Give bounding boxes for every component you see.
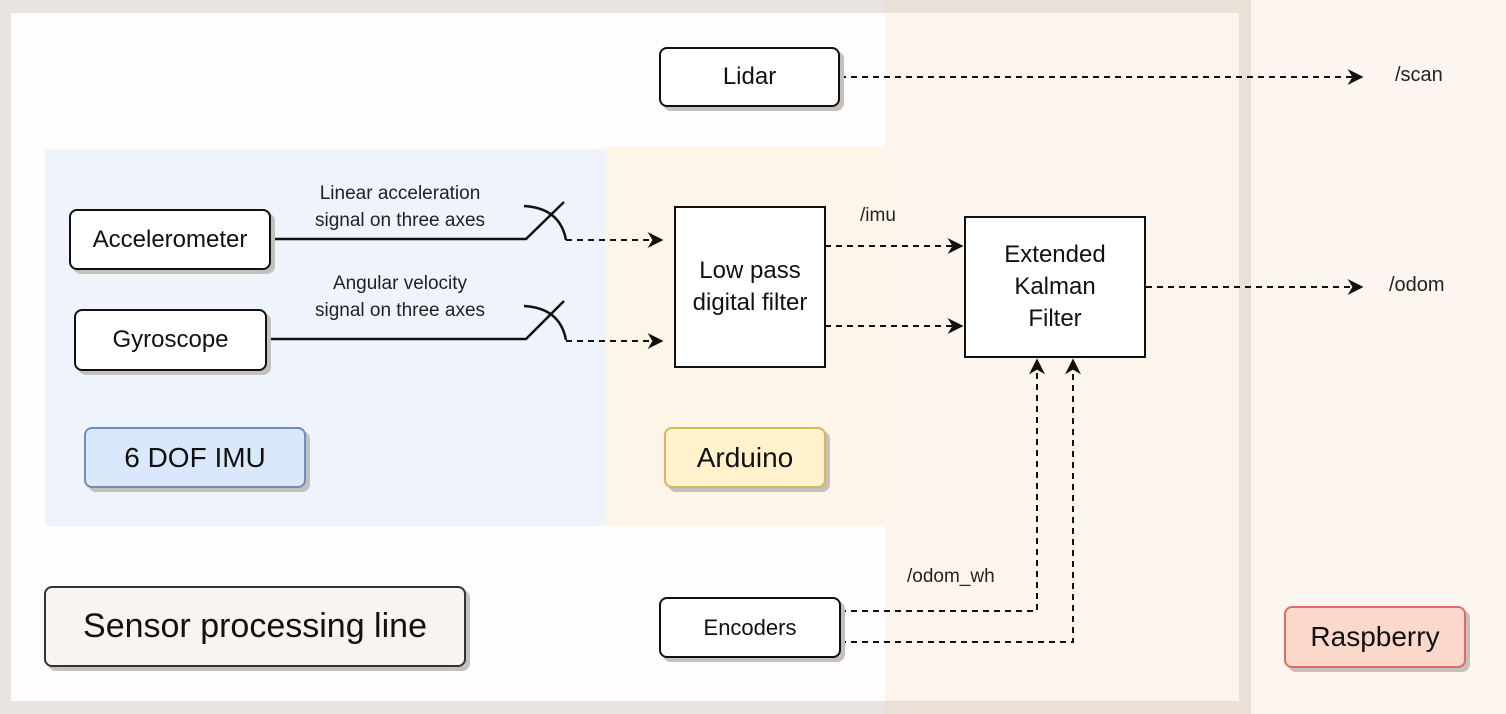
ekf-node[interactable]: Extended Kalman Filter (964, 216, 1146, 358)
imu-topic-label: /imu (860, 205, 896, 226)
gyro-signal-label: Angular velocity signal on three axes (290, 270, 510, 324)
low-pass-filter-node[interactable]: Low pass digital filter (674, 206, 826, 368)
raspberry-group-label: Raspberry (1284, 606, 1466, 668)
diagram-title-box: Sensor processing line (44, 586, 466, 667)
low-pass-filter-label: Low pass digital filter (692, 257, 808, 316)
accel-signal-line2: signal on three axes (314, 210, 486, 231)
arduino-group-label: Arduino (664, 427, 826, 488)
gyroscope-label: Gyroscope (112, 326, 229, 353)
accelerometer-label: Accelerometer (92, 225, 248, 253)
accelerometer-node[interactable]: Accelerometer (69, 209, 271, 270)
scan-output-label: /scan (1395, 64, 1443, 86)
accel-signal-label: Linear acceleration signal on three axes (290, 180, 510, 234)
odom-wh-topic-label: /odom_wh (907, 566, 995, 587)
imu-group-text: 6 DOF IMU (124, 441, 266, 473)
arduino-group-text: Arduino (696, 441, 794, 473)
gyro-signal-line1: Angular velocity (332, 273, 468, 294)
lidar-node[interactable]: Lidar (659, 47, 840, 107)
accel-signal-line1: Linear acceleration (319, 183, 481, 204)
encoders-node[interactable]: Encoders (659, 597, 841, 658)
encoders-label: Encoders (703, 614, 797, 640)
imu-group-label: 6 DOF IMU (84, 427, 306, 488)
ekf-label: Extended Kalman Filter (1004, 241, 1106, 332)
edge-encoders-ekf-2 (840, 358, 1081, 643)
odom-output-label: /odom (1389, 274, 1445, 296)
diagram-title: Sensor processing line (83, 607, 427, 645)
gyro-signal-line2: signal on three axes (314, 300, 486, 321)
raspberry-group-text: Raspberry (1310, 621, 1440, 652)
gyroscope-node[interactable]: Gyroscope (74, 309, 267, 371)
lidar-label: Lidar (722, 63, 777, 90)
